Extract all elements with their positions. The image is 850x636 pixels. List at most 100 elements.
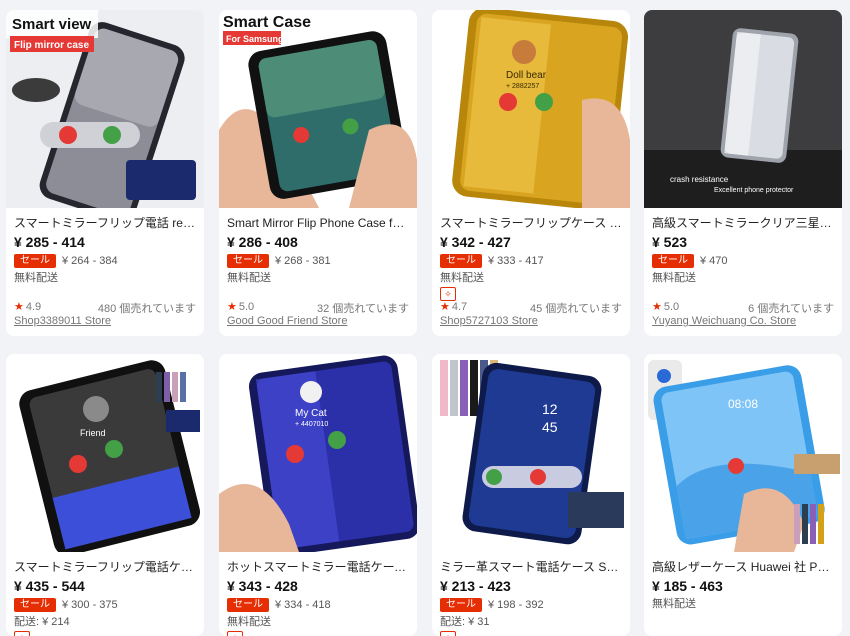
product-title[interactable]: ホットスマートミラー電話ケース h...	[227, 560, 409, 574]
star-icon: ★	[227, 301, 237, 313]
sale-row: セール ¥ 333 - 417	[440, 253, 622, 269]
store-link[interactable]: Shop3389011 Store	[14, 315, 111, 327]
product-image[interactable]: 08:08	[644, 354, 842, 552]
product-card[interactable]: 12 45 ミラー革スマート電話ケース S10 S... ¥ 213 - 423…	[432, 354, 630, 636]
original-price: ¥ 470	[700, 255, 728, 267]
shipping-info: 配送: ¥ 214	[14, 616, 70, 628]
store-link[interactable]: Shop5727103 Store	[440, 315, 538, 327]
shipping-info: 無料配送	[14, 272, 58, 284]
choice-badge-icon: ✧	[440, 287, 456, 301]
image-caption: Friend	[80, 428, 106, 438]
rating-row: ★ 4.7 45 個売れています	[440, 300, 622, 315]
product-title[interactable]: 高級レザーケース Huawei 社 P30 P...	[652, 560, 834, 574]
product-title[interactable]: スマートミラーフリップ電話ケース...	[14, 560, 196, 574]
rating-value: 4.9	[25, 301, 42, 313]
image-caption: + 4407010	[295, 421, 328, 428]
product-image[interactable]: crash resistance Excellent phone protect…	[644, 10, 842, 208]
product-card[interactable]: 08:08 高級レザーケース Huawei 社 P30 P... ¥ 185 -…	[644, 354, 842, 636]
rating-value: 5.0	[663, 301, 680, 313]
product-price: ¥ 285 - 414	[14, 234, 85, 250]
store-link[interactable]: Good Good Friend Store	[227, 315, 347, 327]
image-caption: Smart view	[12, 16, 92, 33]
shipping-info: 無料配送	[227, 272, 271, 284]
sold-count: 45 個売れています	[530, 303, 622, 315]
original-price: ¥ 264 - 384	[62, 255, 118, 267]
product-image[interactable]: Smart Case For Samsung	[219, 10, 417, 208]
product-price: ¥ 286 - 408	[227, 234, 298, 250]
rating-row: ★ 4.9 480 個売れています	[14, 300, 196, 315]
product-price: ¥ 435 - 544	[14, 578, 85, 594]
original-price: ¥ 300 - 375	[62, 599, 118, 611]
image-caption: Excellent phone protector	[714, 187, 794, 194]
image-caption: 08:08	[728, 397, 758, 411]
shipping-info: 無料配送	[440, 272, 484, 284]
shipping-info: 配送: ¥ 31	[440, 616, 490, 628]
sale-row: セール ¥ 264 - 384	[14, 253, 196, 269]
star-icon: ★	[440, 301, 450, 313]
image-caption: Flip mirror case	[14, 40, 89, 51]
original-price: ¥ 198 - 392	[488, 599, 544, 611]
product-image[interactable]: 12 45	[432, 354, 630, 552]
image-caption: For Samsung	[226, 34, 284, 44]
sale-row: セール ¥ 300 - 375	[14, 597, 196, 613]
product-grid: Smart view Flip mirror case スマートミラーフリップ電…	[6, 10, 850, 636]
sale-row: セール ¥ 268 - 381	[227, 253, 409, 269]
product-card[interactable]: crash resistance Excellent phone protect…	[644, 10, 842, 336]
product-price: ¥ 342 - 427	[440, 234, 511, 250]
original-price: ¥ 268 - 381	[275, 255, 331, 267]
image-caption: 45	[542, 419, 558, 435]
sale-row: セール ¥ 470	[652, 253, 834, 269]
image-caption: My Cat	[295, 408, 327, 419]
image-caption: Smart Case	[223, 14, 311, 31]
original-price: ¥ 334 - 418	[275, 599, 331, 611]
rating-row: ★ 5.0 6 個売れています	[652, 300, 834, 315]
star-icon: ★	[652, 301, 662, 313]
product-title[interactable]: Smart Mirror Flip Phone Case for X...	[227, 216, 409, 230]
product-price: ¥ 523	[652, 234, 688, 250]
product-card[interactable]: Smart view Flip mirror case スマートミラーフリップ電…	[6, 10, 204, 336]
shipping-info: 無料配送	[652, 272, 696, 284]
sale-row: セール ¥ 334 - 418	[227, 597, 409, 613]
product-image[interactable]: My Cat + 4407010	[219, 354, 417, 552]
product-price: ¥ 185 - 463	[652, 578, 723, 594]
sale-badge: セール	[440, 598, 482, 612]
original-price: ¥ 333 - 417	[488, 255, 544, 267]
product-price: ¥ 343 - 428	[227, 578, 298, 594]
star-icon: ★	[14, 301, 24, 313]
image-caption: + 2882257	[506, 83, 539, 90]
product-image[interactable]: Friend	[6, 354, 204, 552]
product-card[interactable]: Smart Case For Samsung Smart Mirror Flip…	[219, 10, 417, 336]
product-card[interactable]: Friend スマートミラーフリップ電話ケース... ¥ 435 - 544 セ…	[6, 354, 204, 636]
product-title[interactable]: 高級スマートミラークリア三星銀河...	[652, 216, 834, 230]
sold-count: 6 個売れています	[748, 303, 834, 315]
store-link[interactable]: Yuyang Weichuang Co. Store	[652, 315, 796, 327]
sale-badge: セール	[440, 254, 482, 268]
sold-count: 480 個売れています	[97, 303, 196, 315]
image-caption: Doll bear	[506, 70, 547, 81]
sale-badge: セール	[227, 598, 269, 612]
product-image[interactable]: Smart view Flip mirror case	[6, 10, 204, 208]
shipping-info: 無料配送	[227, 616, 271, 628]
sale-badge: セール	[652, 254, 694, 268]
rating-value: 5.0	[238, 301, 255, 313]
sale-row: セール ¥ 198 - 392	[440, 597, 622, 613]
product-title[interactable]: ミラー革スマート電話ケース S10 S...	[440, 560, 622, 574]
product-price: ¥ 213 - 423	[440, 578, 511, 594]
sale-badge: セール	[14, 254, 56, 268]
rating-row: ★ 5.0 32 個売れています	[227, 300, 409, 315]
product-card[interactable]: Doll bear + 2882257 スマートミラーフリップケース xiao.…	[432, 10, 630, 336]
rating-value: 4.7	[451, 301, 468, 313]
product-title[interactable]: スマートミラーフリップケース xiao...	[440, 216, 622, 230]
sale-badge: セール	[14, 598, 56, 612]
choice-badge-icon: ✧	[14, 631, 30, 636]
choice-badge-icon: ✧	[227, 631, 243, 636]
sale-badge: セール	[227, 254, 269, 268]
shipping-info: 無料配送	[652, 598, 696, 610]
product-card[interactable]: My Cat + 4407010 ホットスマートミラー電話ケース h... ¥ …	[219, 354, 417, 636]
sold-count: 32 個売れています	[317, 303, 409, 315]
image-caption: crash resistance	[670, 175, 729, 184]
product-image[interactable]: Doll bear + 2882257	[432, 10, 630, 208]
choice-badge-icon: ✧	[440, 631, 456, 636]
product-title[interactable]: スマートミラーフリップ電話 redmi...	[14, 216, 196, 230]
image-caption: 12	[542, 401, 558, 417]
